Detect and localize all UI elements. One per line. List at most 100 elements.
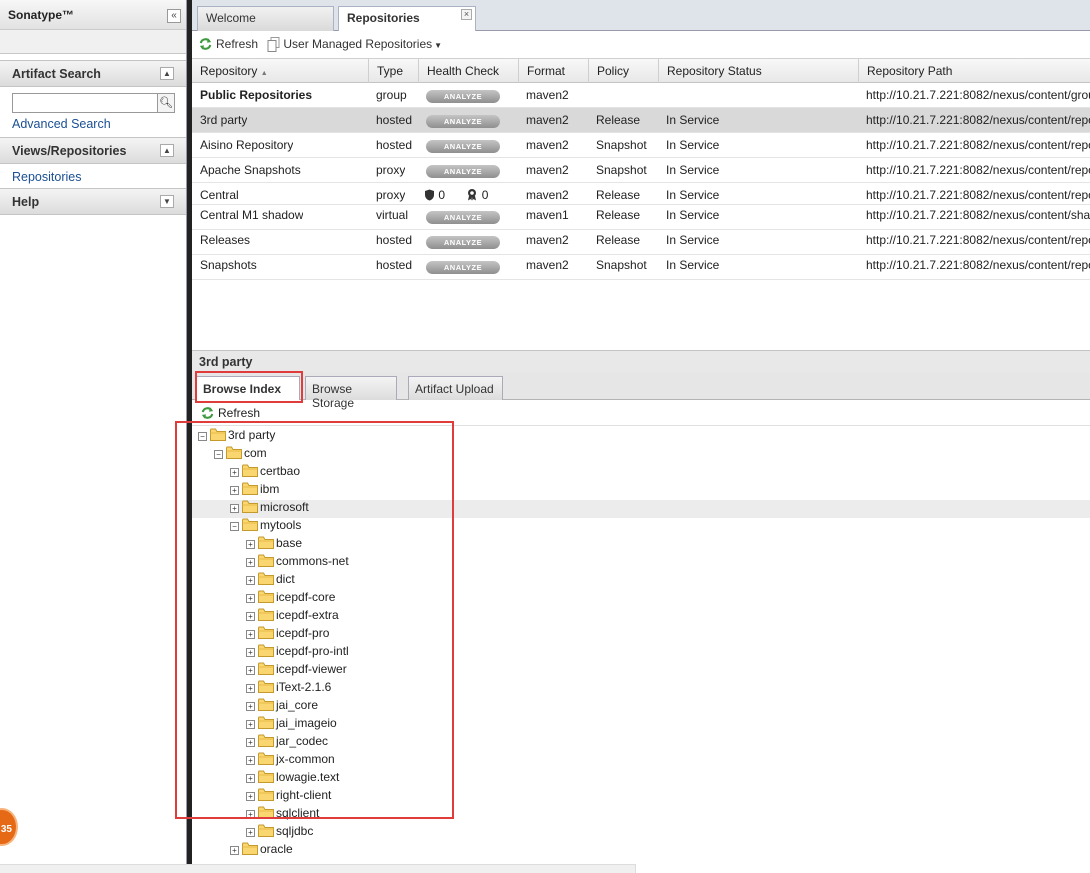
document-icon (267, 37, 280, 52)
repo-policy (588, 83, 596, 108)
table-row[interactable]: Central M1 shadow virtual ANALYZE maven1… (192, 205, 1090, 230)
repo-path-link[interactable]: http://10.21.7.221:8082/nexus/content/re… (858, 108, 1090, 133)
left-panel: Sonatype™ « Artifact Search ▲ 🔍︎ Advance… (0, 0, 187, 873)
repo-name: Central M1 shadow (200, 208, 304, 222)
refresh-label: Refresh (216, 37, 259, 51)
expand-down-icon[interactable]: ▼ (160, 195, 174, 208)
analyze-button[interactable]: ANALYZE (426, 236, 500, 249)
tree-node[interactable]: + oracle (230, 842, 293, 860)
repo-status: In Service (666, 163, 720, 177)
brand-header: Sonatype™ « (0, 0, 186, 54)
repo-policy: Snapshot (596, 258, 647, 272)
shield-icon (425, 189, 434, 201)
repo-policy: Snapshot (596, 138, 647, 152)
analyze-button[interactable]: ANALYZE (426, 90, 500, 103)
table-row[interactable]: Public Repositories group ANALYZE maven2… (192, 83, 1090, 108)
repo-name: Releases (200, 233, 251, 247)
user-managed-label: User Managed Repositories (283, 37, 433, 51)
tab-welcome-label: Welcome (206, 11, 256, 25)
table-row[interactable]: Snapshots hosted ANALYZE maven2 Snapshot… (192, 255, 1090, 280)
analyze-button[interactable]: ANALYZE (426, 165, 500, 178)
repo-format: maven2 (526, 163, 569, 177)
repo-status: In Service (666, 208, 720, 222)
column-header-type[interactable]: Type (368, 59, 418, 83)
collapse-up-icon[interactable]: ▲ (160, 144, 174, 157)
highlight-box (175, 421, 454, 819)
column-header-policy[interactable]: Policy (588, 59, 658, 83)
repo-type: group (376, 88, 407, 102)
repo-type: proxy (376, 163, 406, 177)
column-header-health-check[interactable]: Health Check (418, 59, 518, 83)
analyze-button[interactable]: ANALYZE (426, 140, 500, 153)
highlight-box (195, 371, 303, 403)
folder-icon (242, 842, 258, 855)
license-ribbon-icon (468, 189, 477, 201)
table-row[interactable]: Releases hosted ANALYZE maven2 Release I… (192, 230, 1090, 255)
horizontal-scrollbar[interactable] (0, 864, 636, 873)
tab-browse-storage[interactable]: Browse Storage (305, 376, 397, 410)
repo-type: hosted (376, 138, 413, 152)
views-repositories-body: Repositories (0, 164, 186, 188)
repo-path-link[interactable]: http://10.21.7.221:8082/nexus/content/sh… (858, 205, 1090, 230)
column-header-format[interactable]: Format (518, 59, 588, 83)
detail-tab-bar: Browse Index Browse Storage Artifact Upl… (192, 373, 1090, 410)
repo-type: virtual (376, 208, 409, 222)
close-icon[interactable]: × (461, 9, 472, 20)
help-header[interactable]: Help ▼ (0, 188, 186, 215)
repo-path-link[interactable]: http://10.21.7.221:8082/nexus/content/re… (858, 230, 1090, 255)
table-row[interactable]: Central proxy 0 0 maven2 Release In Serv… (192, 183, 1090, 205)
repo-policy: Release (596, 233, 641, 247)
tab-artifact-upload[interactable]: Artifact Upload (408, 376, 503, 400)
table-row[interactable]: 3rd party hosted ANALYZE maven2 Release … (192, 108, 1090, 133)
artifact-search-input[interactable] (12, 93, 158, 113)
advanced-search-link[interactable]: Advanced Search (12, 113, 186, 131)
collapse-left-panel-button[interactable]: « (167, 9, 181, 23)
repo-status (658, 83, 666, 108)
artifact-search-body: 🔍︎ Advanced Search (0, 87, 186, 137)
user-managed-repositories-menu[interactable]: User Managed Repositories ▼ (267, 37, 442, 52)
column-header-repository[interactable]: Repository ▲ (192, 59, 363, 83)
tab-repositories[interactable]: Repositories × (338, 6, 476, 32)
column-header-repository-status[interactable]: Repository Status (658, 59, 858, 83)
repo-path-link[interactable]: http://10.21.7.221:8082/nexus/content/re… (858, 158, 1090, 183)
table-row[interactable]: Apache Snapshots proxy ANALYZE maven2 Sn… (192, 158, 1090, 183)
column-header-repository-path[interactable]: Repository Path (858, 59, 1090, 83)
artifact-search-header[interactable]: Artifact Search ▲ (0, 60, 186, 87)
expand-node-icon[interactable]: + (246, 828, 255, 837)
views-repositories-header[interactable]: Views/Repositories ▲ (0, 137, 186, 164)
repo-name: Public Repositories (200, 88, 313, 102)
analyze-button[interactable]: ANALYZE (426, 115, 500, 128)
repo-status: In Service (666, 258, 720, 272)
repo-path-link[interactable]: http://10.21.7.221:8082/nexus/content/re… (858, 133, 1090, 158)
refresh-icon (201, 407, 214, 419)
repo-path-link[interactable]: http://10.21.7.221:8082/nexus/content/re… (858, 255, 1090, 280)
tree-node[interactable]: + sqljdbc (246, 824, 313, 842)
main-panel: Welcome Repositories × Refresh User Mana… (175, 0, 1090, 873)
repo-format: maven1 (526, 208, 569, 222)
repo-type: hosted (376, 233, 413, 247)
analyze-button[interactable]: ANALYZE (426, 211, 500, 224)
tab-welcome[interactable]: Welcome (197, 6, 334, 31)
repo-policy: Snapshot (596, 163, 647, 177)
folder-icon (258, 824, 274, 837)
tree-refresh-button[interactable]: Refresh (200, 406, 260, 420)
expand-node-icon[interactable]: + (230, 846, 239, 855)
tree-node-label: oracle (260, 842, 293, 856)
repositories-nav-link[interactable]: Repositories (12, 168, 186, 184)
repo-path-link[interactable]: http://10.21.7.221:8082/nexus/content/gr… (858, 83, 1090, 108)
artifact-search-title: Artifact Search (12, 67, 101, 81)
repo-policy: Release (596, 208, 641, 222)
repositories-grid: Repository ▲ Type Health Check Format Po… (192, 59, 1090, 280)
repo-format: maven2 (526, 113, 569, 127)
refresh-icon (199, 38, 212, 50)
tab-artifact-upload-label: Artifact Upload (415, 382, 494, 396)
analyze-button[interactable]: ANALYZE (426, 261, 500, 274)
views-repositories-title: Views/Repositories (12, 144, 127, 158)
sort-ascending-icon: ▲ (260, 70, 268, 77)
repo-format: maven2 (526, 88, 569, 102)
refresh-button[interactable]: Refresh (198, 37, 258, 51)
table-row[interactable]: Aisino Repository hosted ANALYZE maven2 … (192, 133, 1090, 158)
collapse-up-icon[interactable]: ▲ (160, 67, 174, 80)
detail-panel-title: 3rd party (192, 350, 1090, 373)
search-icon[interactable]: 🔍︎ (158, 93, 175, 113)
